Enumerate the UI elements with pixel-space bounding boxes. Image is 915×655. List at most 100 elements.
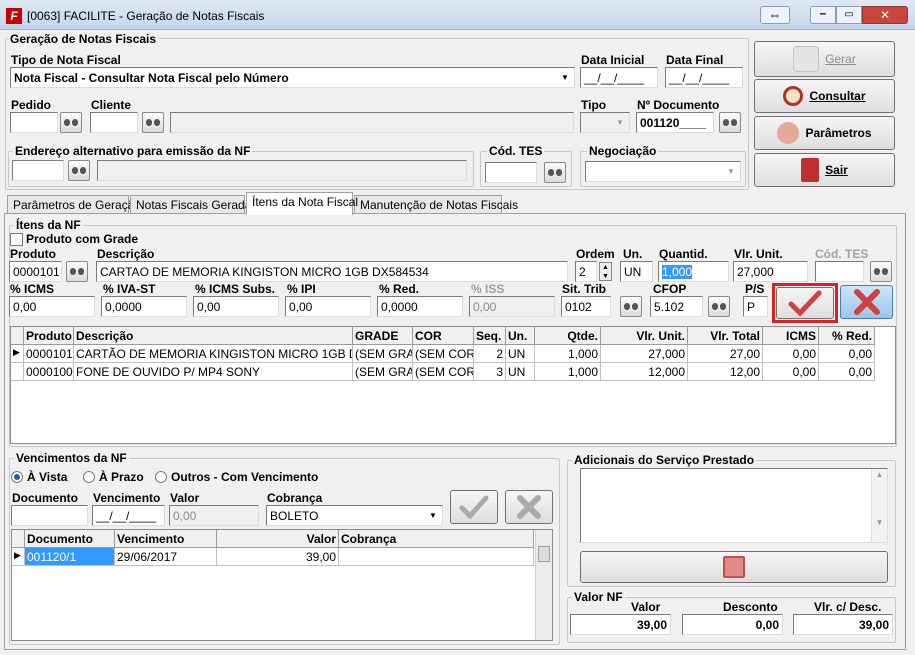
consultar-button[interactable]: Consultar: [754, 79, 895, 113]
minimize-button[interactable]: –: [810, 6, 836, 24]
vencimentos-grid[interactable]: Documento Vencimento Valor Cobrança ▶ 00…: [11, 529, 553, 641]
icms-input[interactable]: 0,00: [9, 296, 95, 317]
items-grid[interactable]: Produto Descrição GRADE COR Seq. Un. Qtd…: [10, 326, 896, 444]
tipo-select[interactable]: ▼: [580, 112, 630, 133]
num-documento-search-button[interactable]: [719, 112, 741, 133]
adicionais-scrollbar[interactable]: ▲ ▼: [871, 469, 887, 542]
produto-search-button[interactable]: [66, 261, 88, 282]
table-row-cell[interactable]: 29/06/2017: [115, 548, 217, 566]
items-col-vlr-total[interactable]: Vlr. Total: [688, 327, 763, 345]
gerar-button[interactable]: Gerar: [754, 41, 895, 77]
radio-a-vista[interactable]: [11, 471, 23, 483]
items-col-produto[interactable]: Produto: [24, 327, 74, 345]
table-row-cell[interactable]: 27,000: [601, 345, 688, 363]
sit-trib-input[interactable]: 0102: [561, 296, 611, 317]
documento-input[interactable]: [11, 505, 88, 526]
table-row-cell[interactable]: (SEM GRADE): [353, 363, 413, 381]
table-row-cell[interactable]: [339, 548, 534, 566]
items-col-vlr-unit[interactable]: Vlr. Unit.: [601, 327, 688, 345]
table-row-cell[interactable]: 3: [474, 363, 506, 381]
cod-tes-item-search-button[interactable]: [870, 261, 892, 282]
cancel-item-button[interactable]: [840, 285, 893, 319]
adicionais-textarea[interactable]: ▲ ▼: [580, 468, 888, 543]
table-row-cell[interactable]: 0,00: [819, 345, 875, 363]
items-col-cor[interactable]: COR: [413, 327, 474, 345]
cod-tes-input[interactable]: [485, 162, 537, 183]
table-row-cell[interactable]: FONE DE OUVIDO P/ MP4 SONY: [74, 363, 353, 381]
endereco-search-button[interactable]: [68, 160, 90, 181]
close-button[interactable]: ✕: [862, 6, 908, 24]
ordem-input[interactable]: 2: [575, 261, 597, 282]
items-col-qtde[interactable]: Qtde.: [535, 327, 601, 345]
restore-arrows-icon[interactable]: ⇔: [760, 6, 790, 24]
table-row-cell[interactable]: 1,000: [535, 345, 601, 363]
venc-grid-scrollbar[interactable]: [535, 530, 552, 640]
icms-subs-input[interactable]: 0,00: [193, 296, 279, 317]
maximize-button[interactable]: ▭: [836, 6, 862, 24]
table-row-cell[interactable]: 0,00: [763, 345, 819, 363]
cfop-input[interactable]: 5.102: [650, 296, 703, 317]
vlr-unit-input[interactable]: 27,000: [733, 261, 808, 282]
quantid-input[interactable]: 1,000: [658, 261, 729, 282]
cancel-vencimento-button[interactable]: [505, 490, 553, 524]
table-row-cell[interactable]: 2: [474, 345, 506, 363]
table-row-cell[interactable]: 0000100: [24, 363, 74, 381]
cod-tes-search-button[interactable]: [544, 162, 566, 183]
red-input[interactable]: 0,0000: [377, 296, 463, 317]
radio-a-prazo[interactable]: [83, 471, 95, 483]
items-col-icms[interactable]: ICMS: [763, 327, 819, 345]
sair-button[interactable]: Sair: [754, 153, 895, 187]
table-row-cell[interactable]: 0000101: [24, 345, 74, 363]
negociacao-select[interactable]: ▼: [585, 161, 741, 182]
parametros-button[interactable]: Parâmetros: [754, 116, 895, 150]
venc-col-documento[interactable]: Documento: [25, 530, 115, 548]
tab-notas-fiscais-geradas[interactable]: Notas Fiscais Geradas: [130, 195, 257, 214]
table-row-cell[interactable]: 12,00: [688, 363, 763, 381]
ipi-input[interactable]: 0,00: [285, 296, 371, 317]
items-col-seq[interactable]: Seq.: [474, 327, 506, 345]
save-adicionais-button[interactable]: [580, 551, 888, 583]
confirm-vencimento-button[interactable]: [450, 490, 498, 524]
descricao-input[interactable]: CARTAO DE MEMORIA KINGISTON MICRO 1GB DX…: [96, 261, 568, 282]
venc-col-valor[interactable]: Valor: [217, 530, 339, 548]
num-documento-input[interactable]: 001120____: [636, 112, 714, 133]
tab-parametros-geracao[interactable]: Parâmetros de Geração: [7, 195, 141, 214]
tipo-nota-select[interactable]: Nota Fiscal - Consultar Nota Fiscal pelo…: [10, 67, 575, 88]
items-col-grade[interactable]: GRADE: [353, 327, 413, 345]
vencimento-input[interactable]: __/__/____: [92, 505, 165, 526]
table-row-cell[interactable]: 0,00: [819, 363, 875, 381]
cliente-search-button[interactable]: [142, 112, 164, 133]
tab-itens-nota-fiscal[interactable]: Ítens da Nota Fiscal: [246, 192, 358, 215]
table-row-cell[interactable]: 12,000: [601, 363, 688, 381]
venc-col-vencimento[interactable]: Vencimento: [115, 530, 217, 548]
table-row-cell[interactable]: 27,00: [688, 345, 763, 363]
items-col-red[interactable]: % Red.: [819, 327, 875, 345]
iva-st-input[interactable]: 0,0000: [101, 296, 187, 317]
venc-col-cobranca[interactable]: Cobrança: [339, 530, 534, 548]
cod-tes-item-input[interactable]: [815, 261, 864, 282]
ps-input[interactable]: P: [743, 296, 768, 317]
table-row-cell[interactable]: (SEM GRADE): [353, 345, 413, 363]
data-final-input[interactable]: __/__/____: [665, 67, 743, 88]
table-row-cell[interactable]: 001120/1: [25, 548, 115, 566]
cliente-code-input[interactable]: [90, 112, 138, 133]
table-row-cell[interactable]: 39,00: [217, 548, 339, 566]
items-col-descricao[interactable]: Descrição: [74, 327, 353, 345]
un-input[interactable]: UN: [620, 261, 653, 282]
table-row-cell[interactable]: 0,00: [763, 363, 819, 381]
cobranca-select[interactable]: BOLETO ▼: [266, 505, 443, 526]
ordem-spinner[interactable]: ▲ ▼: [599, 262, 612, 281]
endereco-code-input[interactable]: [12, 160, 64, 181]
table-row-cell[interactable]: UN: [506, 345, 535, 363]
sit-trib-search-button[interactable]: [620, 296, 642, 317]
radio-outros[interactable]: [155, 471, 167, 483]
scrollbar-thumb[interactable]: [538, 546, 550, 562]
table-row-cell[interactable]: (SEM COR): [413, 363, 474, 381]
pedido-search-button[interactable]: [60, 112, 82, 133]
pedido-input[interactable]: [10, 112, 58, 133]
confirm-item-button[interactable]: [776, 287, 834, 319]
cfop-search-button[interactable]: [708, 296, 730, 317]
items-col-un[interactable]: Un.: [506, 327, 535, 345]
tab-manutencao-notas[interactable]: Manutenção de Notas Fiscais: [354, 195, 518, 214]
table-row-cell[interactable]: CARTÃO DE MEMORIA KINGISTON MICRO 1GB DX…: [74, 345, 353, 363]
